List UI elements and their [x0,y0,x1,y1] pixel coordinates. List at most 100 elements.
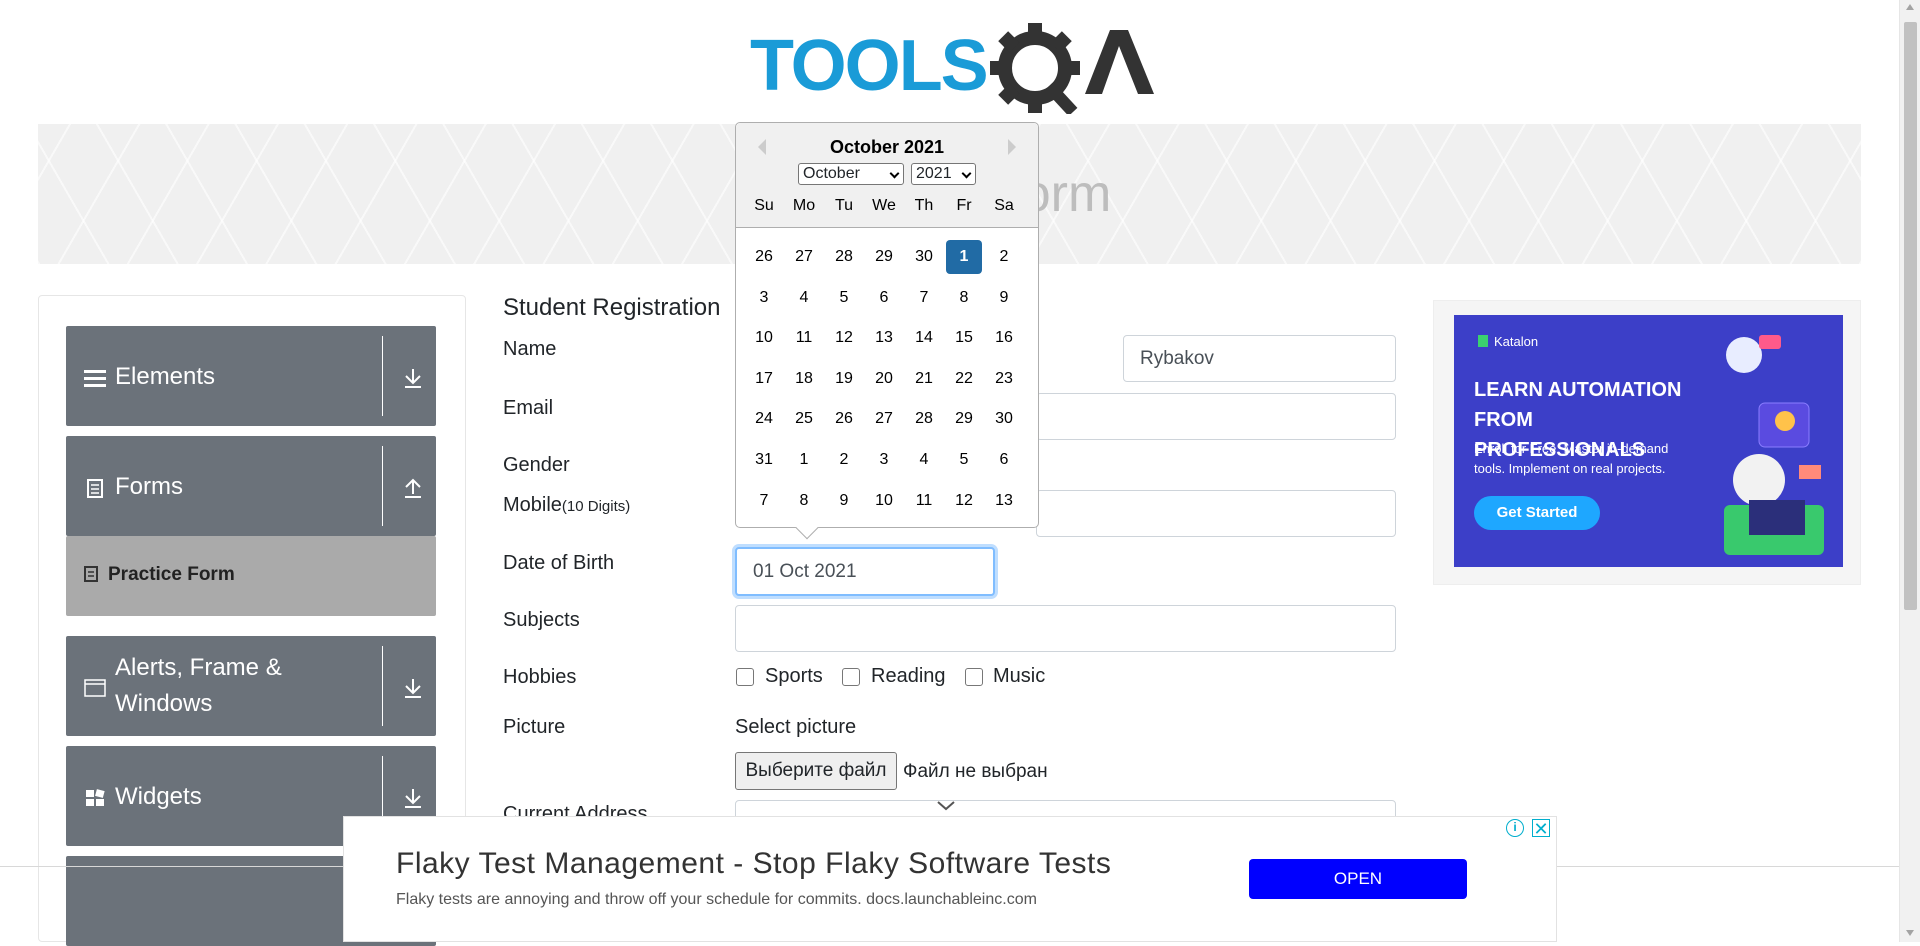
calendar-day[interactable]: 12 [826,321,862,355]
calendar-day[interactable]: 30 [986,402,1022,436]
sidebar-group-alerts[interactable]: Alerts, Frame & Windows [66,636,436,736]
sidebar-group-label: Forms [115,473,183,500]
calendar-day[interactable]: 2 [986,240,1022,274]
calendar-day[interactable]: 19 [826,362,862,396]
calendar-day[interactable]: 16 [986,321,1022,355]
email-input[interactable] [1036,393,1396,440]
calendar-day[interactable]: 26 [746,240,782,274]
calendar-day[interactable]: 17 [746,362,782,396]
calendar-day[interactable]: 20 [866,362,902,396]
calendar-day[interactable]: 29 [946,402,982,436]
open-button[interactable]: OPEN [1249,859,1467,899]
music-checkbox[interactable] [965,668,983,686]
toolsqa-logo[interactable]: TOOLS [750,18,1155,117]
month-select-value: October [803,165,860,182]
bottom-ad[interactable]: Flaky Test Management - Stop Flaky Softw… [343,816,1557,942]
calendar-day[interactable]: 11 [906,484,942,518]
calendar-day[interactable]: 22 [946,362,982,396]
download-arrow-icon[interactable] [402,786,424,810]
calendar-day[interactable]: 12 [946,484,982,518]
next-month-icon[interactable] [1008,139,1016,155]
calendar-day[interactable]: 9 [826,484,862,518]
calendar-day[interactable]: 21 [906,362,942,396]
calendar-day[interactable]: 8 [786,484,822,518]
calendar-day[interactable]: 4 [786,281,822,315]
calendar-day[interactable]: 9 [986,281,1022,315]
calendar-day[interactable]: 30 [906,240,942,274]
mobile-label: Mobile(10 Digits) [503,494,630,517]
calendar-day[interactable]: 26 [826,402,862,436]
calendar-day[interactable]: 1 [786,443,822,477]
calendar-day[interactable]: 14 [906,321,942,355]
calendar-day[interactable]: 23 [986,362,1022,396]
calendar-day[interactable]: 25 [786,402,822,436]
sports-checkbox[interactable] [736,668,754,686]
calendar-day[interactable]: 11 [786,321,822,355]
chevron-down-icon[interactable] [935,800,957,812]
calendar-day[interactable]: 15 [946,321,982,355]
music-label[interactable]: Music [993,665,1045,688]
reading-label[interactable]: Reading [871,665,946,688]
sidebar-item-practice-form[interactable]: Practice Form [66,536,436,616]
hamburger-icon [84,370,106,387]
sidebar-group-label: Alerts, Frame & Windows [115,654,282,717]
calendar-day[interactable]: 5 [826,281,862,315]
list-icon [87,479,103,498]
close-icon[interactable]: ✕ [1532,819,1550,838]
calendar-day[interactable]: 13 [986,484,1022,518]
calendar-day[interactable]: 4 [906,443,942,477]
bottom-ad-title[interactable]: Flaky Test Management - Stop Flaky Softw… [396,847,1111,881]
page-scrollbar[interactable] [1899,0,1920,942]
info-icon[interactable]: i [1506,819,1524,837]
sidebar-group-elements[interactable]: Elements [66,326,436,426]
calendar-day[interactable]: 28 [906,402,942,436]
calendar-day[interactable]: 28 [826,240,862,274]
calendar-day[interactable]: 24 [746,402,782,436]
calendar-day[interactable]: 6 [986,443,1022,477]
katalon-ad[interactable]: Katalon LEARN AUTOMATION FROM PROFESSION… [1454,315,1843,567]
gender-label: Gender [503,454,570,476]
download-arrow-icon[interactable] [402,676,424,700]
calendar-day[interactable]: 8 [946,281,982,315]
download-arrow-icon[interactable] [402,366,424,390]
weekday-header: Sa [994,197,1014,214]
ad-illustration [1724,335,1824,555]
date-picker: October 2021 October 2021 26 27 28 29 30 1 2 3 4… [735,122,1039,540]
calendar-day[interactable]: 18 [786,362,822,396]
scroll-down-icon[interactable] [1906,930,1914,936]
calendar-day[interactable]: 5 [946,443,982,477]
calendar-day[interactable]: 7 [906,281,942,315]
sidebar-group-forms[interactable]: Forms [66,436,436,536]
mobile-input[interactable] [1036,490,1396,537]
date-picker-title: October 2021 [829,137,945,157]
calendar-day[interactable]: 29 [866,240,902,274]
weekday-header: We [872,197,896,214]
upload-arrow-icon[interactable] [402,476,424,500]
last-name-input[interactable]: Rybakov [1123,335,1396,382]
choose-file-button[interactable]: Выберите файл [735,752,897,790]
calendar-day[interactable]: 10 [746,321,782,355]
calendar-day[interactable]: 13 [866,321,902,355]
get-started-button[interactable]: Get Started [1474,496,1600,530]
month-select[interactable]: October [798,163,904,185]
calendar-day[interactable]: 27 [786,240,822,274]
calendar-day[interactable]: 7 [746,484,782,518]
picture-label: Picture [503,716,566,738]
scrollbar-thumb[interactable] [1904,22,1917,610]
calendar-day[interactable]: 10 [866,484,902,518]
year-select[interactable]: 2021 [911,163,976,185]
calendar-day[interactable]: 6 [866,281,902,315]
calendar-day[interactable]: 2 [826,443,862,477]
dob-input[interactable]: 01 Oct 2021 [735,547,995,596]
scroll-up-icon[interactable] [1906,4,1914,10]
calendar-day[interactable]: 27 [866,402,902,436]
calendar-day[interactable]: 3 [866,443,902,477]
calendar-day[interactable]: 1 [946,240,982,274]
calendar-day[interactable]: 3 [746,281,782,315]
side-ad[interactable]: Katalon LEARN AUTOMATION FROM PROFESSION… [1433,300,1861,585]
calendar-day[interactable]: 31 [746,443,782,477]
reading-checkbox[interactable] [842,668,860,686]
subjects-label: Subjects [503,609,580,631]
sports-label[interactable]: Sports [765,665,823,688]
subjects-input[interactable] [735,605,1396,652]
